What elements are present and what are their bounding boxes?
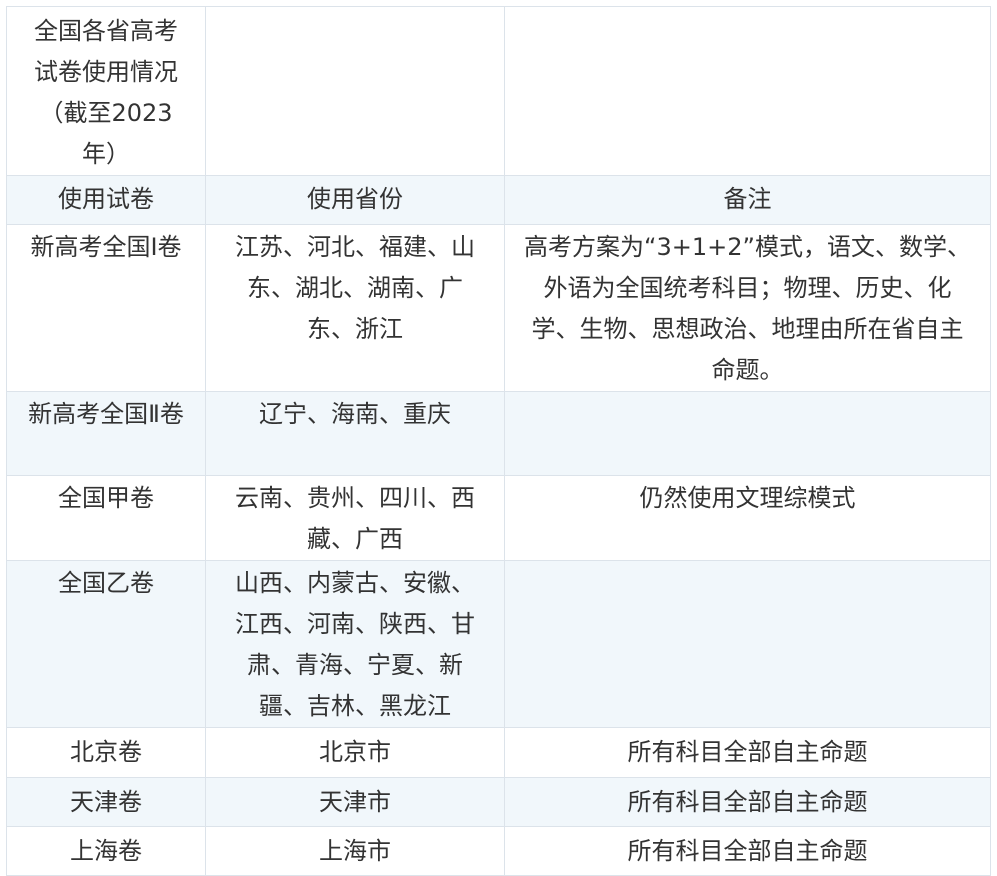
cell-provinces: 云南、贵州、四川、西藏、广西	[205, 475, 505, 561]
cell-notes	[504, 391, 991, 476]
header-notes: 备注	[504, 175, 991, 225]
table-row: 新高考全国Ⅰ卷 江苏、河北、福建、山东、湖北、湖南、广东、浙江 高考方案为“3+…	[6, 224, 991, 392]
cell-provinces: 江苏、河北、福建、山东、湖北、湖南、广东、浙江	[205, 224, 505, 392]
cell-paper: 全国乙卷	[6, 560, 206, 728]
table-row: 天津卷 天津市 所有科目全部自主命题	[6, 777, 991, 827]
cell-paper: 北京卷	[6, 727, 206, 778]
cell-notes: 所有科目全部自主命题	[504, 826, 991, 876]
table-row: 新高考全国Ⅱ卷 辽宁、海南、重庆	[6, 391, 991, 476]
cell-provinces: 北京市	[205, 727, 505, 778]
cell-provinces: 辽宁、海南、重庆	[205, 391, 505, 476]
cell-notes: 所有科目全部自主命题	[504, 777, 991, 827]
cell-paper: 新高考全国Ⅱ卷	[6, 391, 206, 476]
table-header-row: 使用试卷 使用省份 备注	[6, 175, 991, 225]
cell-notes: 仍然使用文理综模式	[504, 475, 991, 561]
cell-notes: 所有科目全部自主命题	[504, 727, 991, 778]
table-row: 上海卷 上海市 所有科目全部自主命题	[6, 826, 991, 876]
cell-notes	[504, 560, 991, 728]
table-row: 全国甲卷 云南、贵州、四川、西藏、广西 仍然使用文理综模式	[6, 475, 991, 561]
table-row: 北京卷 北京市 所有科目全部自主命题	[6, 727, 991, 778]
cell-paper: 全国甲卷	[6, 475, 206, 561]
page: 全国各省高考试卷使用情况（截至2023年） 使用试卷 使用省份 备注 新高考全国…	[0, 0, 997, 876]
table-row: 全国乙卷 山西、内蒙古、安徽、江西、河南、陕西、甘肃、青海、宁夏、新疆、吉林、黑…	[6, 560, 991, 728]
table-title-row: 全国各省高考试卷使用情况（截至2023年）	[6, 6, 991, 176]
header-provinces: 使用省份	[205, 175, 505, 225]
cell-paper: 新高考全国Ⅰ卷	[6, 224, 206, 392]
header-paper: 使用试卷	[6, 175, 206, 225]
cell-notes: 高考方案为“3+1+2”模式，语文、数学、外语为全国统考科目；物理、历史、化学、…	[504, 224, 991, 392]
cell-provinces: 上海市	[205, 826, 505, 876]
table-title-cell: 全国各省高考试卷使用情况（截至2023年）	[6, 6, 206, 176]
cell-paper: 上海卷	[6, 826, 206, 876]
cell-provinces: 天津市	[205, 777, 505, 827]
exam-paper-table: 全国各省高考试卷使用情况（截至2023年） 使用试卷 使用省份 备注 新高考全国…	[6, 6, 991, 876]
cell-paper: 天津卷	[6, 777, 206, 827]
cell-provinces: 山西、内蒙古、安徽、江西、河南、陕西、甘肃、青海、宁夏、新疆、吉林、黑龙江	[205, 560, 505, 728]
empty-cell	[504, 6, 991, 176]
empty-cell	[205, 6, 505, 176]
